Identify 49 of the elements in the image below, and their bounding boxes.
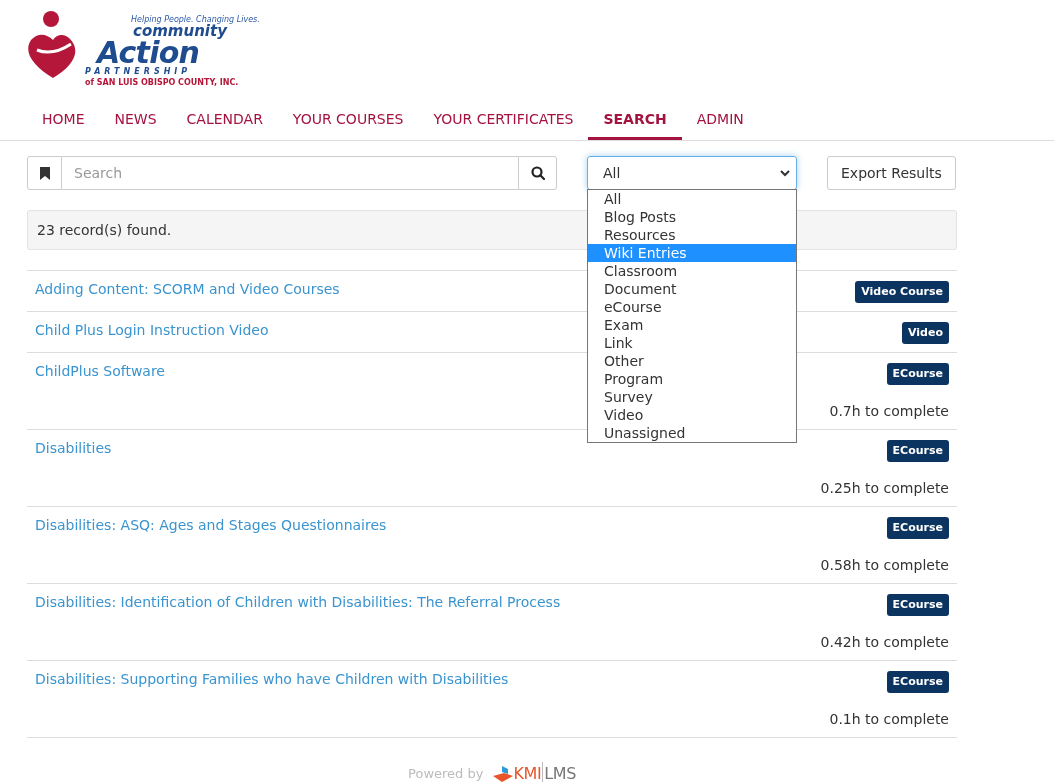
nav-tab[interactable]: YOUR CERTIFICATES [418,100,589,140]
nav-tab[interactable]: CALENDAR [171,100,278,140]
type-badge: ECourse [886,517,949,539]
dropdown-option[interactable]: Resources [588,226,796,244]
search-button[interactable] [518,156,557,190]
logo-county-text: of SAN LUIS OBISPO COUNTY, INC. [84,77,240,88]
dropdown-option[interactable]: Unassigned [588,424,796,442]
dropdown-option[interactable]: Video [588,406,796,424]
chevron-down-icon [780,169,790,177]
dropdown-option[interactable]: Survey [588,388,796,406]
search-field[interactable]: Search [62,156,518,190]
kmi-logo-icon [493,766,514,782]
kmi-brand-text: KMI [513,763,542,782]
powered-by-text: Powered by [408,765,484,782]
dropdown-option[interactable]: Blog Posts [588,208,796,226]
bookmark-button[interactable] [27,156,62,190]
nav-tab[interactable]: SEARCH [588,100,682,140]
nav-tab[interactable]: HOME [27,100,100,140]
dropdown-option[interactable]: Document [588,280,796,298]
logo-partnership-text: PARTNERSHIP [84,67,193,77]
duration-text: 0.7h to complete [829,402,949,421]
type-badge: ECourse [886,671,949,693]
type-badge: ECourse [886,594,949,616]
duration-text: 0.42h to complete [820,633,949,652]
nav-tab[interactable]: NEWS [99,100,172,140]
duration-text: 0.1h to complete [829,710,949,729]
duration-text: 0.25h to complete [820,479,949,498]
dropdown-option[interactable]: Program [588,370,796,388]
dropdown-option[interactable]: Link [588,334,796,352]
logo-action-text: Action [95,39,200,67]
dropdown-option[interactable]: Other [588,352,796,370]
bookmark-icon [39,166,50,180]
lms-brand-text: LMS [542,762,576,782]
dropdown-option[interactable]: All [588,190,796,208]
logo-community-text: community [133,24,228,39]
dropdown-option[interactable]: Exam [588,316,796,334]
type-badge: ECourse [886,363,949,385]
dropdown-option[interactable]: eCourse [588,298,796,316]
type-badge: ECourse [886,440,949,462]
nav-tab[interactable]: YOUR COURSES [277,100,419,140]
type-badge: Video [902,322,949,344]
records-count-text: 23 record(s) found. [37,220,172,240]
search-icon [530,166,545,180]
duration-text: 0.58h to complete [820,556,949,575]
logo-tagline: Helping People. Changing Lives. [130,14,260,24]
nav-tab[interactable]: ADMIN [681,100,759,140]
type-badge: Video Course [855,281,949,303]
dropdown-option[interactable]: Classroom [588,262,796,280]
export-results-button[interactable]: Export Results [827,156,956,190]
